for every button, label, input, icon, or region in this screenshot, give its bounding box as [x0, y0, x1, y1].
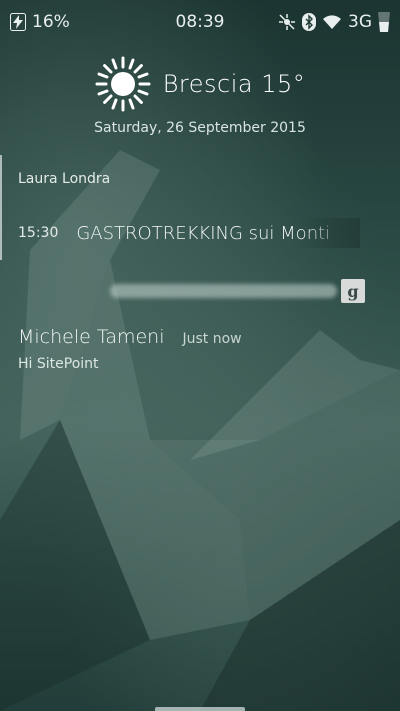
- notification-group-indicator: [0, 155, 2, 260]
- bottom-drag-handle[interactable]: [155, 707, 245, 711]
- weather-widget[interactable]: Brescia 15°: [0, 52, 400, 116]
- cellular-icon: [378, 12, 390, 32]
- event-fade-overlay: [300, 218, 360, 248]
- event-title: GASTROTREKKING sui Monti: [76, 222, 331, 244]
- search-bar[interactable]: [110, 284, 337, 298]
- message-sender: Michele Tameni: [18, 326, 165, 348]
- message-body[interactable]: Hi SitePoint: [18, 356, 99, 372]
- google-search-icon[interactable]: g: [341, 279, 365, 303]
- bluetooth-icon: [302, 13, 316, 31]
- event-time: 15:30: [18, 225, 59, 241]
- weather-city-temp: Brescia 15°: [162, 70, 306, 98]
- wifi-icon: [322, 14, 342, 30]
- no-gps-icon: [278, 13, 296, 31]
- clock: 08:39: [175, 12, 225, 32]
- calendar-event[interactable]: 15:30 GASTROTREKKING sui Monti: [18, 220, 344, 246]
- sun-icon: [95, 56, 151, 112]
- status-bar: 16% 08:39 3G: [0, 0, 400, 44]
- battery-percent: 16%: [32, 12, 70, 32]
- message-time: Just now: [182, 331, 242, 347]
- charging-bolt-icon: [10, 13, 26, 31]
- network-type: 3G: [348, 12, 372, 32]
- message-notification[interactable]: Michele Tameni Just now: [18, 326, 242, 348]
- date-label: Saturday, 26 September 2015: [94, 120, 306, 136]
- notification-sender[interactable]: Laura Londra: [18, 171, 110, 187]
- battery-indicator: 16%: [10, 12, 70, 32]
- search-widget[interactable]: g: [110, 278, 365, 304]
